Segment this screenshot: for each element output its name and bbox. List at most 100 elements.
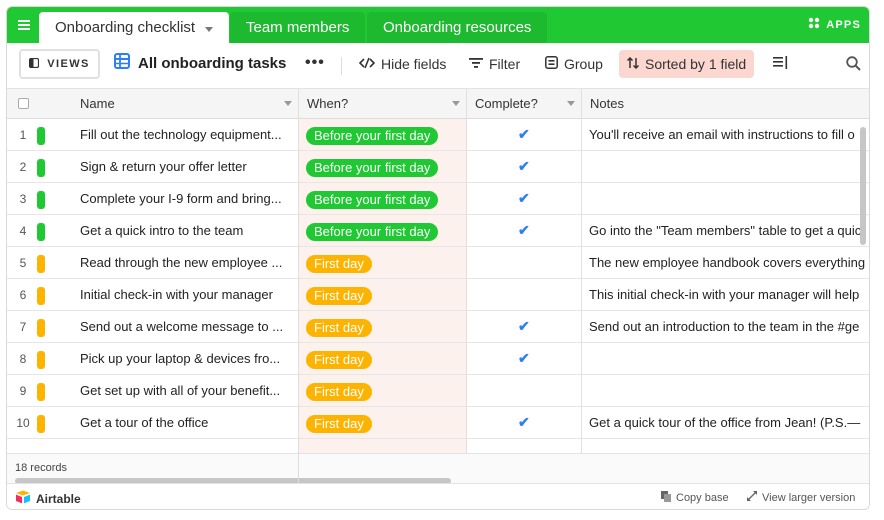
cell-when[interactable]: Before your first day — [306, 119, 464, 151]
more-options-button[interactable]: ••• — [305, 54, 325, 72]
copy-base-link[interactable]: Copy base — [661, 491, 729, 505]
search-icon[interactable] — [846, 56, 861, 76]
tab-onboarding-checklist[interactable]: Onboarding checklist — [39, 12, 230, 44]
menu-icon[interactable] — [13, 13, 35, 37]
sort-button[interactable]: Sorted by 1 field — [619, 50, 755, 78]
column-divider — [298, 89, 299, 459]
row-number: 3 — [19, 192, 27, 206]
views-button[interactable]: VIEWS — [19, 49, 100, 79]
table-row[interactable]: 1 Fill out the technology equipment... Bef… — [7, 119, 869, 151]
chevron-down-icon[interactable] — [205, 13, 214, 44]
column-label: Name — [80, 96, 115, 111]
cell-name[interactable]: Get set up with all of your benefit... — [80, 375, 294, 407]
cell-name[interactable]: Get a tour of the office — [80, 407, 294, 439]
chevron-down-icon[interactable] — [452, 101, 460, 106]
checkmark-icon[interactable]: ✔ — [518, 119, 530, 149]
cell-when[interactable]: Before your first day — [306, 215, 464, 247]
sort-label: Sorted by 1 field — [645, 56, 747, 72]
cell-notes[interactable]: Send out an introduction to the team in … — [589, 311, 869, 343]
table-row[interactable]: 2 Sign & return your offer letter Before y… — [7, 151, 869, 183]
cell-name[interactable]: Get a quick intro to the team — [80, 215, 294, 247]
cell-name[interactable]: Read through the new employee ... — [80, 247, 294, 279]
row-number: 5 — [19, 256, 27, 270]
cell-when[interactable]: First day — [306, 311, 464, 343]
column-header-complete[interactable]: Complete? — [467, 89, 582, 119]
tab-label: Team members — [246, 19, 350, 36]
when-pill: Before your first day — [306, 126, 439, 145]
cell-when[interactable]: First day — [306, 343, 464, 375]
checkmark-icon[interactable]: ✔ — [518, 215, 530, 245]
table-row[interactable]: 8 Pick up your laptop & devices fro... Fir… — [7, 343, 869, 375]
cell-notes[interactable] — [589, 343, 869, 375]
when-pill: Before your first day — [306, 222, 439, 241]
row-color-indicator — [37, 415, 45, 433]
cell-when[interactable]: First day — [306, 407, 464, 439]
tab-label: Onboarding checklist — [55, 19, 196, 36]
vertical-scrollbar[interactable] — [860, 127, 866, 245]
checkmark-icon[interactable]: ✔ — [518, 343, 530, 373]
sidebar-toggle-icon — [29, 57, 40, 71]
cell-when[interactable]: Before your first day — [306, 151, 464, 183]
record-count: 18 records — [15, 462, 67, 474]
cell-notes[interactable]: Get a quick tour of the office from Jean… — [589, 407, 869, 439]
table-row[interactable]: 10 Get a tour of the office First day ✔ Get … — [7, 407, 869, 439]
cell-name[interactable]: Sign & return your offer letter — [80, 151, 294, 183]
cell-notes[interactable] — [589, 151, 869, 183]
table-row[interactable]: 9 Get set up with all of your benefit... F… — [7, 375, 869, 407]
checkmark-icon[interactable]: ✔ — [518, 311, 530, 341]
cell-when[interactable]: First day — [306, 279, 464, 311]
table-row[interactable]: 3 Complete your I-9 form and bring... Befo… — [7, 183, 869, 215]
when-pill: First day — [306, 286, 372, 305]
cell-name[interactable]: Complete your I-9 form and bring... — [80, 183, 294, 215]
table-row[interactable]: 5 Read through the new employee ... First … — [7, 247, 869, 279]
cell-notes[interactable]: This initial check-in with your manager … — [589, 279, 869, 311]
column-header-when[interactable]: When? — [299, 89, 467, 119]
table-row[interactable]: 6 Initial check-in with your manager First… — [7, 279, 869, 311]
cell-name[interactable]: Pick up your laptop & devices fro... — [80, 343, 294, 375]
tab-onboarding-resources[interactable]: Onboarding resources — [367, 12, 548, 43]
group-button[interactable]: Group — [537, 50, 611, 78]
when-pill: Before your first day — [306, 190, 439, 209]
row-number: 1 — [19, 128, 27, 142]
column-divider — [581, 89, 582, 459]
select-all-checkbox[interactable] — [18, 98, 29, 109]
tab-team-members[interactable]: Team members — [230, 12, 366, 43]
tab-label: Onboarding resources — [383, 19, 532, 36]
row-height-button[interactable] — [765, 50, 796, 78]
filter-button[interactable]: Filter — [461, 50, 528, 78]
cell-notes[interactable]: You'll receive an email with instruction… — [589, 119, 869, 151]
view-larger-link[interactable]: View larger version — [747, 491, 855, 504]
row-number: 8 — [19, 352, 27, 366]
row-color-indicator — [37, 351, 45, 369]
cell-notes[interactable]: Go into the "Team members" table to get … — [589, 215, 869, 247]
grid-footer: 18 records — [7, 453, 869, 484]
column-divider — [466, 89, 467, 459]
apps-button[interactable]: APPS — [808, 17, 861, 32]
table-row[interactable]: 4 Get a quick intro to the team Before you… — [7, 215, 869, 247]
checkmark-icon[interactable]: ✔ — [518, 407, 530, 437]
cell-when[interactable]: First day — [306, 247, 464, 279]
airtable-logo-link[interactable]: Airtable — [15, 490, 81, 507]
cell-when[interactable]: Before your first day — [306, 183, 464, 215]
chevron-down-icon[interactable] — [284, 101, 292, 106]
cell-name[interactable]: Send out a welcome message to ... — [80, 311, 294, 343]
cell-notes[interactable] — [589, 183, 869, 215]
cell-name[interactable]: Initial check-in with your manager — [80, 279, 294, 311]
checkmark-icon[interactable]: ✔ — [518, 151, 530, 181]
column-header-name[interactable]: Name — [72, 89, 298, 119]
cell-notes[interactable]: The new employee handbook covers everyth… — [589, 247, 869, 279]
view-switcher[interactable]: All onboarding tasks — [114, 53, 286, 73]
views-label: VIEWS — [47, 58, 90, 70]
records-grid: Name When? Complete? Notes 1 Fill out the… — [7, 89, 869, 459]
table-row[interactable]: 7 Send out a welcome message to ... First … — [7, 311, 869, 343]
cell-notes[interactable] — [589, 375, 869, 407]
cell-name[interactable]: Fill out the technology equipment... — [80, 119, 294, 151]
hide-fields-button[interactable]: Hide fields — [351, 50, 454, 78]
cell-when[interactable]: First day — [306, 375, 464, 407]
row-color-indicator — [37, 191, 45, 209]
chevron-down-icon[interactable] — [567, 101, 575, 106]
checkmark-icon[interactable]: ✔ — [518, 183, 530, 213]
column-header-notes[interactable]: Notes — [582, 89, 869, 119]
column-header-row: Name When? Complete? Notes — [7, 89, 869, 119]
when-pill: First day — [306, 382, 372, 401]
